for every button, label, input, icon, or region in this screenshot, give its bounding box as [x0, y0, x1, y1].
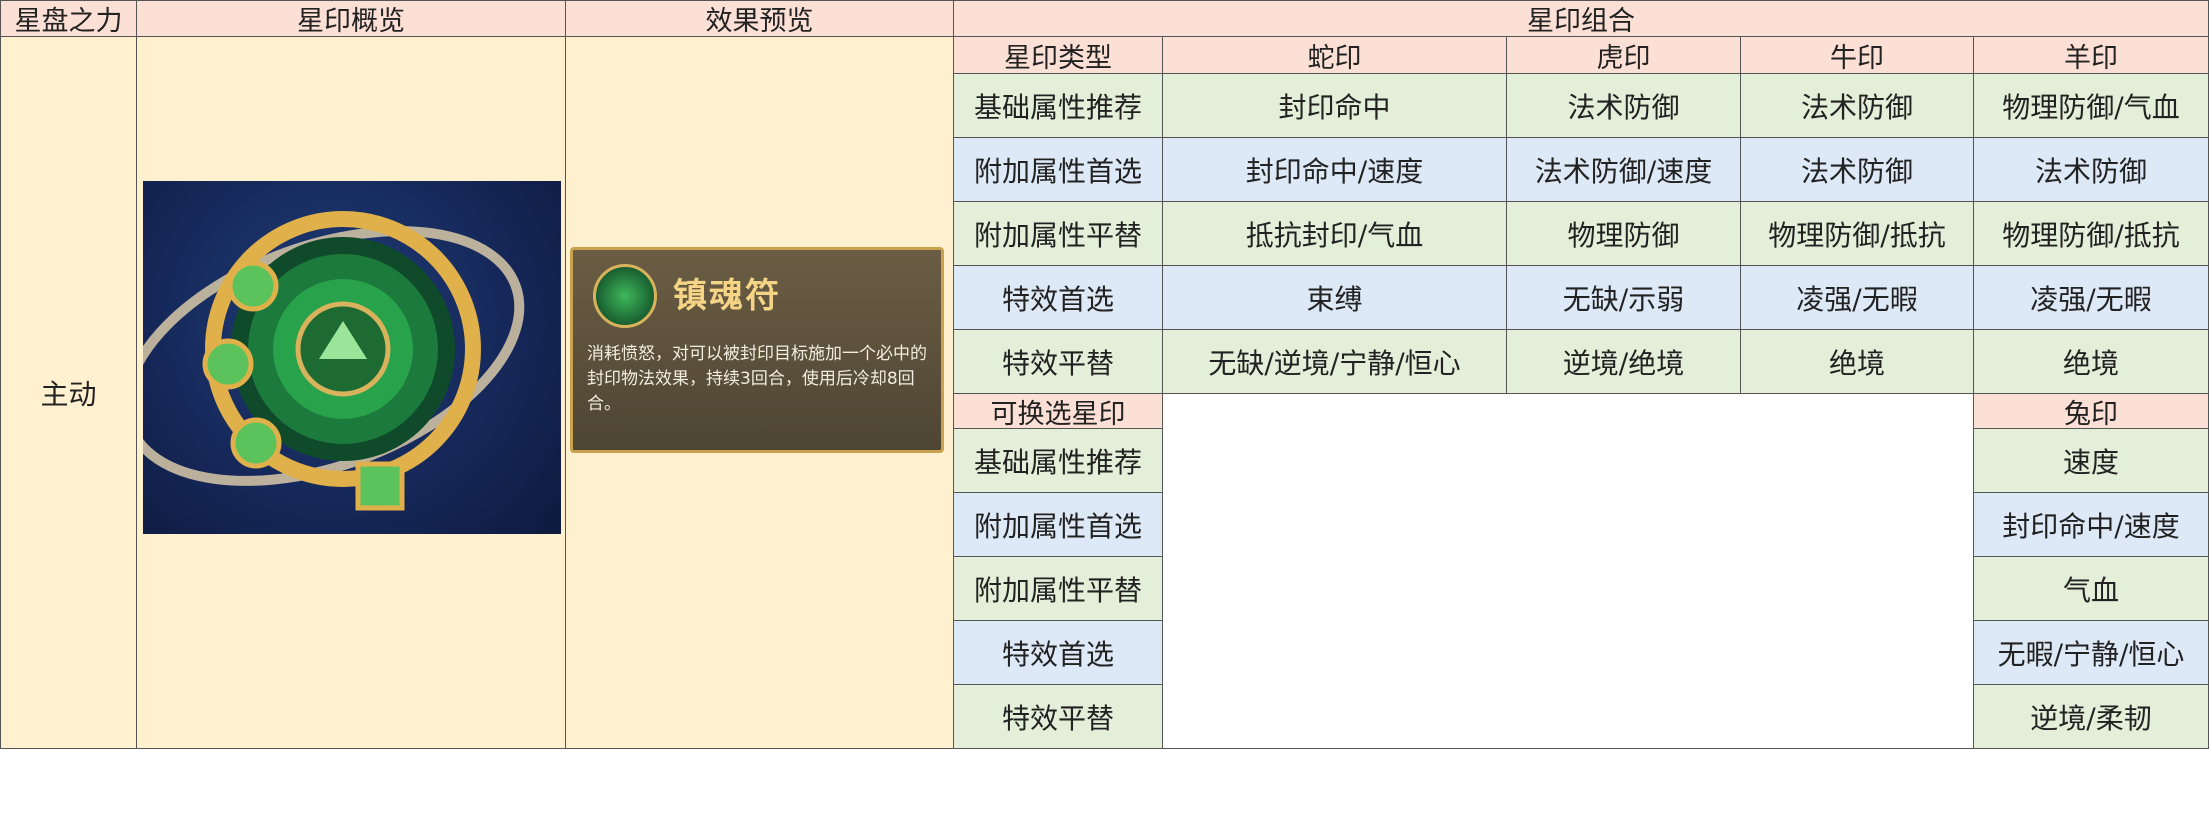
combo-cell: 法术防御 — [1741, 74, 1974, 138]
alt-cell: 速度 — [1974, 429, 2209, 493]
talisman-icon — [593, 264, 657, 328]
header-effect: 效果预览 — [566, 1, 954, 37]
alt-attr-label: 特效首选 — [954, 621, 1163, 685]
combo-cell: 物理防御 — [1507, 202, 1741, 266]
combo-cell: 无缺/逆境/宁静/恒心 — [1163, 330, 1507, 394]
combo-cell: 封印命中 — [1163, 74, 1507, 138]
row-label-active: 主动 — [1, 37, 137, 749]
alt-attr-label: 附加属性平替 — [954, 557, 1163, 621]
alt-attr-label: 特效平替 — [954, 685, 1163, 749]
attr-label: 基础属性推荐 — [954, 74, 1163, 138]
combo-cell: 束缚 — [1163, 266, 1507, 330]
attr-label: 特效平替 — [954, 330, 1163, 394]
alt-cell: 气血 — [1974, 557, 2209, 621]
combo-cell: 法术防御 — [1741, 138, 1974, 202]
star-seal-overview-image — [143, 181, 561, 534]
alt-attr-label: 基础属性推荐 — [954, 429, 1163, 493]
combo-cell: 抵抗封印/气血 — [1163, 202, 1507, 266]
combo-cell: 法术防御/速度 — [1507, 138, 1741, 202]
combo-cell: 法术防御 — [1974, 138, 2209, 202]
empty-area — [1163, 394, 1974, 749]
seal-header-ox: 牛印 — [1741, 37, 1974, 74]
combo-cell: 逆境/绝境 — [1507, 330, 1741, 394]
attr-label: 附加属性平替 — [954, 202, 1163, 266]
header-combo: 星印组合 — [954, 1, 2209, 37]
combo-cell: 物理防御/抵抗 — [1974, 202, 2209, 266]
combo-cell: 绝境 — [1974, 330, 2209, 394]
alt-attr-label: 附加属性首选 — [954, 493, 1163, 557]
combo-cell: 物理防御/气血 — [1974, 74, 2209, 138]
alt-seal-header: 可换选星印 — [954, 394, 1163, 430]
star-disc-icon — [143, 211, 525, 511]
seal-header-goat: 羊印 — [1974, 37, 2209, 74]
attr-label: 附加属性首选 — [954, 138, 1163, 202]
seal-header-snake: 蛇印 — [1163, 37, 1507, 74]
attr-label: 特效首选 — [954, 266, 1163, 330]
seal-type-header: 星印类型 — [954, 37, 1163, 74]
effect-description: 消耗愤怒，对可以被封印目标施加一个必中的封印物法效果，持续3回合，使用后冷却8回… — [587, 344, 927, 414]
combo-cell: 物理防御/抵抗 — [1741, 202, 1974, 266]
effect-preview-card: 镇魂符 消耗愤怒，对可以被封印目标施加一个必中的封印物法效果，持续3回合，使用后… — [570, 247, 944, 453]
alt-cell: 无暇/宁静/恒心 — [1974, 621, 2209, 685]
seal-header-tiger: 虎印 — [1507, 37, 1741, 74]
combo-cell: 凌强/无暇 — [1741, 266, 1974, 330]
combo-cell: 无缺/示弱 — [1507, 266, 1741, 330]
effect-name: 镇魂符 — [673, 276, 781, 316]
combo-cell: 法术防御 — [1507, 74, 1741, 138]
combo-cell: 凌强/无暇 — [1974, 266, 2209, 330]
header-overview: 星印概览 — [137, 1, 566, 37]
combo-cell: 绝境 — [1741, 330, 1974, 394]
alt-cell: 逆境/柔韧 — [1974, 685, 2209, 749]
combo-cell: 封印命中/速度 — [1163, 138, 1507, 202]
seal-header-rabbit: 兔印 — [1974, 394, 2209, 430]
header-star-power: 星盘之力 — [1, 1, 137, 37]
alt-cell: 封印命中/速度 — [1974, 493, 2209, 557]
